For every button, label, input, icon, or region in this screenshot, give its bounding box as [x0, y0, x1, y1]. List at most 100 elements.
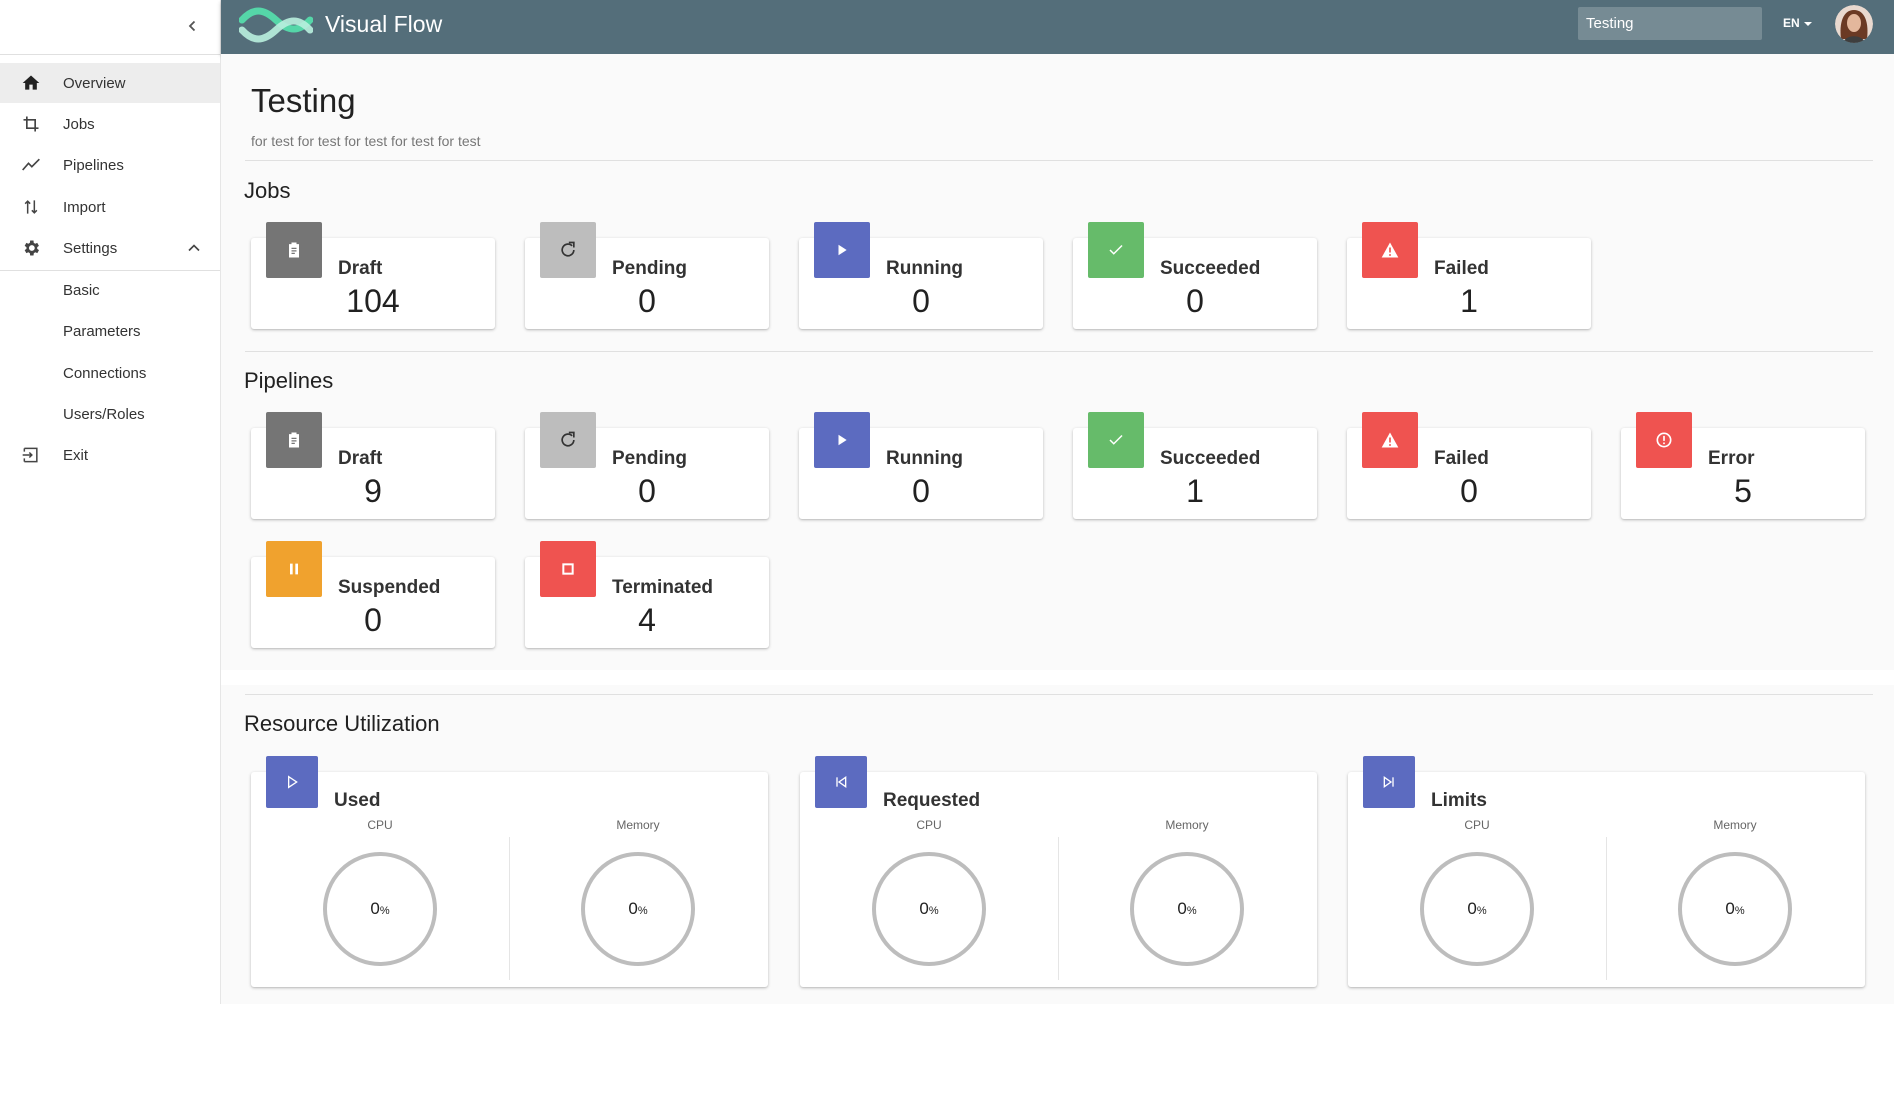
- card-value: 0: [638, 473, 656, 509]
- sidebar-item-pipelines[interactable]: Pipelines: [0, 145, 220, 185]
- card-value: 0: [364, 602, 382, 638]
- card-label: Draft: [338, 448, 383, 469]
- visual-flow-logo-icon[interactable]: [239, 6, 313, 46]
- card-label: Pending: [612, 258, 687, 279]
- refresh-icon: [540, 412, 596, 468]
- trending-icon: [20, 154, 42, 176]
- cpu-gauge: 0%: [323, 852, 437, 966]
- sidebar-item-label: Exit: [63, 446, 89, 464]
- jobs-running-card[interactable]: Running 0: [799, 222, 1043, 329]
- divider: [245, 351, 1873, 352]
- sidebar-item-settings[interactable]: Settings: [0, 228, 220, 268]
- chevron-left-icon[interactable]: [180, 14, 204, 38]
- gauge-value: 0%: [919, 899, 939, 918]
- jobs-draft-card[interactable]: Draft 104: [251, 222, 495, 329]
- cpu-label: CPU: [916, 818, 942, 832]
- sidebar-item-label: Pipelines: [63, 156, 124, 174]
- pipelines-terminated-card[interactable]: Terminated 4: [525, 541, 769, 648]
- divider: [245, 694, 1873, 695]
- card-label: Terminated: [612, 577, 714, 598]
- pipelines-succeeded-card[interactable]: Succeeded 1: [1073, 412, 1317, 519]
- jobs-pending-card[interactable]: Pending 0: [525, 222, 769, 329]
- resource-limits-card: Limits CPU Memory 0% 0%: [1348, 756, 1865, 987]
- exit-icon: [20, 444, 42, 466]
- play-icon: [814, 412, 870, 468]
- card-label: Running: [886, 448, 964, 469]
- memory-gauge: 0%: [1130, 852, 1244, 966]
- gauge-value: 0%: [1177, 899, 1197, 918]
- card-value: 0: [912, 473, 930, 509]
- pipelines-pending-card[interactable]: Pending 0: [525, 412, 769, 519]
- pipelines-section-title: Pipelines: [244, 368, 334, 393]
- card-label: Failed: [1434, 448, 1489, 469]
- sidebar-subitem-basic[interactable]: Basic: [0, 270, 220, 310]
- warning-icon: [1362, 222, 1418, 278]
- skip-previous-icon: [815, 756, 867, 808]
- sidebar-subitem-users-roles[interactable]: Users/Roles: [0, 394, 220, 434]
- memory-label: Memory: [1165, 818, 1209, 832]
- stop-icon: [540, 541, 596, 597]
- cpu-label: CPU: [367, 818, 393, 832]
- card-value: 9: [364, 473, 382, 509]
- sidebar-item-jobs[interactable]: Jobs: [0, 104, 220, 144]
- check-icon: [1088, 412, 1144, 468]
- card-value: 1: [1186, 473, 1204, 509]
- card-label: Succeeded: [1160, 258, 1261, 279]
- sidebar-item-label: Import: [63, 198, 106, 216]
- page-title: Testing: [251, 82, 356, 119]
- card-value: 0: [1186, 283, 1204, 319]
- resource-utilization-title: Resource Utilization: [244, 711, 440, 736]
- user-avatar-icon: [1835, 5, 1873, 43]
- jobs-failed-card[interactable]: Failed 1: [1347, 222, 1591, 329]
- sidebar-item-import[interactable]: Import: [0, 187, 220, 227]
- pipelines-failed-card[interactable]: Failed 0: [1347, 412, 1591, 519]
- sidebar-subitem-label: Connections: [63, 364, 147, 382]
- sidebar-subitem-label: Parameters: [63, 322, 141, 340]
- gauge-value: 0%: [1467, 899, 1487, 918]
- avatar[interactable]: [1835, 5, 1873, 43]
- card-value: 104: [346, 283, 400, 319]
- pipelines-draft-card[interactable]: Draft 9: [251, 412, 495, 519]
- crop-icon: [20, 113, 42, 135]
- gauge-value: 0%: [1725, 899, 1745, 918]
- chevron-up-icon: [188, 244, 200, 252]
- skip-next-icon: [1363, 756, 1415, 808]
- sidebar-item-overview[interactable]: Overview: [0, 63, 220, 103]
- cpu-label: CPU: [1464, 818, 1490, 832]
- sidebar-subitem-label: Basic: [63, 281, 100, 299]
- sidebar-item-label: Settings: [63, 239, 118, 257]
- resource-card-title: Used: [334, 790, 381, 811]
- card-value: 0: [1460, 473, 1478, 509]
- resource-card-title: Requested: [883, 790, 981, 811]
- error-icon: [1636, 412, 1692, 468]
- gauge-value: 0%: [370, 899, 390, 918]
- divider: [245, 160, 1873, 161]
- top-app-bar: Visual Flow EN: [221, 0, 1894, 54]
- resource-requested-card: Requested CPU Memory 0% 0%: [800, 756, 1317, 987]
- memory-label: Memory: [616, 818, 660, 832]
- jobs-succeeded-card[interactable]: Succeeded 0: [1073, 222, 1317, 329]
- memory-gauge: 0%: [1678, 852, 1792, 966]
- pipelines-running-card[interactable]: Running 0: [799, 412, 1043, 519]
- language-selector[interactable]: EN: [1783, 16, 1812, 30]
- card-value: 0: [912, 283, 930, 319]
- check-icon: [1088, 222, 1144, 278]
- sidebar-subitem-parameters[interactable]: Parameters: [0, 311, 220, 351]
- sidebar-item-label: Overview: [63, 74, 126, 92]
- language-value: EN: [1783, 16, 1800, 30]
- pipelines-error-card[interactable]: Error 5: [1621, 412, 1865, 519]
- resource-card-title: Limits: [1431, 790, 1487, 811]
- sidebar-subitem-label: Users/Roles: [63, 405, 145, 423]
- card-label: Pending: [612, 448, 687, 469]
- sidebar-subitem-connections[interactable]: Connections: [0, 353, 220, 393]
- sidebar-item-exit[interactable]: Exit: [0, 435, 220, 475]
- refresh-icon: [540, 222, 596, 278]
- project-search-input[interactable]: [1578, 7, 1762, 40]
- card-label: Failed: [1434, 258, 1489, 279]
- card-label: Suspended: [338, 577, 441, 598]
- play-icon: [814, 222, 870, 278]
- gear-icon: [20, 237, 42, 259]
- card-value: 1: [1460, 283, 1478, 319]
- jobs-section-title: Jobs: [244, 178, 291, 203]
- pipelines-suspended-card[interactable]: Suspended 0: [251, 541, 495, 648]
